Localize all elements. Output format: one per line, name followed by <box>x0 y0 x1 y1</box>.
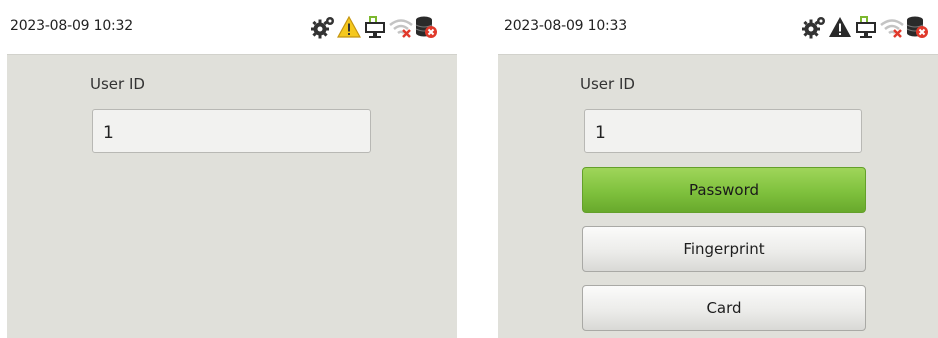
user-id-label: User ID <box>580 75 635 93</box>
user-id-label: User ID <box>90 75 145 93</box>
status-icons <box>310 15 460 39</box>
fingerprint-button[interactable]: Fingerprint <box>582 226 866 272</box>
password-button[interactable]: Password <box>582 167 866 213</box>
status-icons <box>801 15 938 39</box>
database-error-icon <box>415 16 437 38</box>
clock: 2023-08-09 10:32 <box>10 18 133 34</box>
network-icon <box>365 16 385 38</box>
card-button[interactable]: Card <box>582 285 866 331</box>
clock: 2023-08-09 10:33 <box>504 18 627 34</box>
status-bar: 2023-08-09 10:32 <box>7 0 457 55</box>
user-id-input[interactable]: 1 <box>584 109 862 153</box>
right-screen: 2023-08-09 10:33 User ID 1 Password Fing… <box>498 0 938 338</box>
left-screen: 2023-08-09 10:32 User ID 1 <box>7 0 457 338</box>
wifi-off-icon <box>389 19 413 38</box>
gear-icon <box>802 17 825 39</box>
warning-icon <box>829 17 851 37</box>
status-bar: 2023-08-09 10:33 <box>498 0 938 55</box>
database-error-icon <box>906 16 928 38</box>
user-id-input[interactable]: 1 <box>92 109 371 153</box>
wifi-off-icon <box>880 19 904 38</box>
gear-icon <box>311 17 334 39</box>
warning-icon <box>337 15 361 38</box>
network-icon <box>856 16 876 38</box>
